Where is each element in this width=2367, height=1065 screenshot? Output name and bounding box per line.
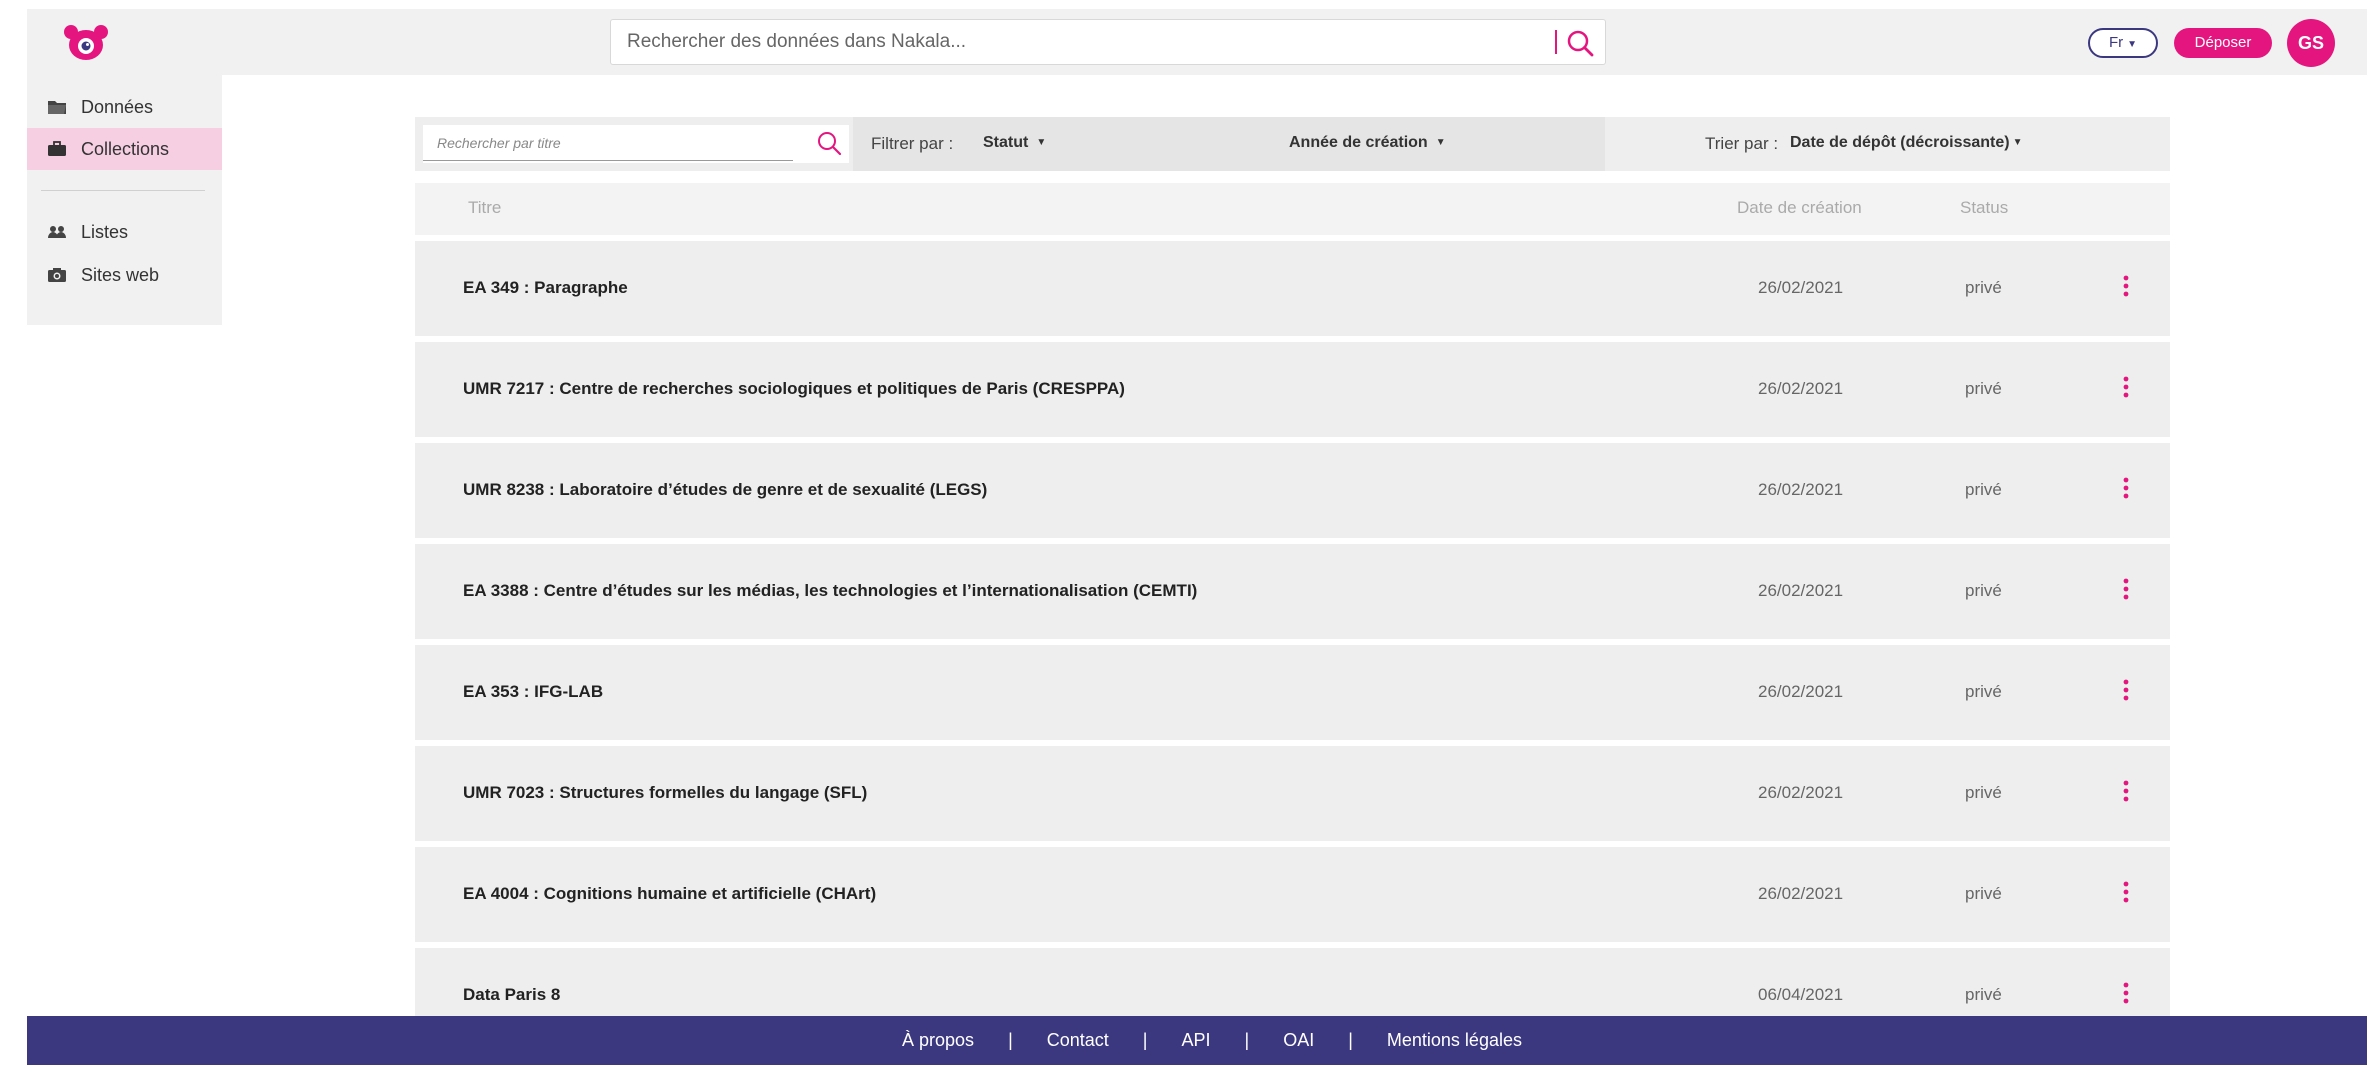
row-date: 26/02/2021 (1758, 682, 1844, 701)
briefcase-icon (47, 141, 67, 157)
camera-icon (47, 267, 67, 283)
row-status: privé (1965, 985, 2002, 1004)
more-options-icon[interactable] (2120, 778, 2132, 806)
row-status: privé (1965, 581, 2002, 600)
title-search-input[interactable] (423, 125, 793, 161)
table-row[interactable]: UMR 7217 : Centre de recherches sociolog… (415, 342, 2170, 437)
sidebar-item-label: Données (81, 96, 154, 117)
row-status: privé (1965, 379, 2002, 398)
table-row[interactable]: EA 353 : IFG-LAB 26/02/2021 privé (415, 645, 2170, 740)
row-date: 06/04/2021 (1758, 985, 1844, 1004)
row-date: 26/02/2021 (1758, 379, 1844, 398)
sidebar-item-label: Collections (81, 138, 170, 159)
footer-links: À propos | Contact | API | OAI | Mention… (27, 1016, 2367, 1065)
row-title[interactable]: EA 4004 : Cognitions humaine et artifici… (463, 884, 876, 904)
row-status: privé (1965, 278, 2002, 297)
row-status: privé (1965, 682, 2002, 701)
row-title[interactable]: EA 349 : Paragraphe (463, 278, 628, 298)
sidebar-item-label: Sites web (81, 264, 160, 285)
sort-dropdown[interactable]: Date de dépôt (décroissante) ▼ (1790, 134, 2023, 152)
global-search-input[interactable] (611, 20, 1511, 64)
search-icon[interactable] (1565, 28, 1595, 58)
footer-separator: | (1244, 1030, 1250, 1050)
row-status: privé (1965, 783, 2002, 802)
column-header-title[interactable]: Titre (468, 198, 501, 218)
global-search-bar (610, 19, 1606, 65)
table-row[interactable]: UMR 7023 : Structures formelles du langa… (415, 746, 2170, 841)
column-header-date[interactable]: Date de création (1737, 198, 1862, 218)
chevron-down-icon: ▼ (1435, 137, 1446, 149)
folder-icon (47, 99, 67, 115)
chevron-down-icon: ▼ (1036, 137, 1047, 149)
chevron-down-icon: ▼ (2127, 39, 2138, 50)
footer-separator: | (1142, 1030, 1148, 1050)
users-icon (47, 224, 67, 240)
table-row[interactable]: EA 3388 : Centre d’études sur les médias… (415, 544, 2170, 639)
row-title[interactable]: Data Paris 8 (463, 985, 560, 1005)
sidebar-item-listes[interactable]: Listes (27, 211, 222, 253)
more-options-icon[interactable] (2120, 273, 2132, 301)
row-title[interactable]: EA 3388 : Centre d’études sur les médias… (463, 581, 1197, 601)
more-options-icon[interactable] (2120, 374, 2132, 402)
footer-link-a-propos[interactable]: À propos (902, 1030, 974, 1051)
filter-label: Filtrer par : (871, 134, 954, 153)
row-title[interactable]: UMR 8238 : Laboratoire d’études de genre… (463, 480, 987, 500)
more-options-icon[interactable] (2120, 677, 2132, 705)
more-options-icon[interactable] (2120, 879, 2132, 907)
row-status: privé (1965, 884, 2002, 903)
nakala-bear-logo-icon[interactable] (63, 23, 109, 63)
filter-group (853, 117, 1605, 171)
language-label: Fr (2108, 34, 2124, 51)
sort-value: Date de dépôt (décroissante) (1790, 134, 2010, 151)
sidebar-item-donnees[interactable]: Données (27, 86, 222, 128)
row-title[interactable]: UMR 7023 : Structures formelles du langa… (463, 783, 867, 803)
row-date: 26/02/2021 (1758, 480, 1844, 499)
table-row[interactable]: EA 4004 : Cognitions humaine et artifici… (415, 847, 2170, 942)
row-date: 26/02/2021 (1758, 783, 1844, 802)
deposit-button[interactable]: Déposer (2174, 28, 2272, 58)
footer-separator: | (1348, 1030, 1353, 1050)
search-icon[interactable] (815, 129, 843, 157)
year-filter-label: Année de création (1289, 134, 1428, 151)
row-status: privé (1965, 480, 2002, 499)
search-separator (1555, 30, 1557, 54)
table-header: Titre Date de création Status (415, 183, 2170, 235)
row-date: 26/02/2021 (1758, 581, 1844, 600)
footer-separator: | (1008, 1030, 1013, 1050)
sort-label: Trier par : (1705, 134, 1779, 153)
title-search-box (423, 125, 849, 163)
more-options-icon[interactable] (2120, 576, 2132, 604)
sidebar-divider (41, 190, 205, 191)
footer-link-api[interactable]: API (1181, 1030, 1210, 1051)
table-row[interactable]: EA 349 : Paragraphe 26/02/2021 privé (415, 241, 2170, 336)
row-title[interactable]: EA 353 : IFG-LAB (463, 682, 603, 702)
language-selector[interactable]: Fr ▼ (2088, 28, 2158, 58)
sidebar: Données Collections Listes Sites web (27, 75, 222, 325)
filter-bar: Filtrer par : Statut ▼ Année de création ▼… (415, 117, 2170, 171)
more-options-icon[interactable] (2120, 475, 2132, 503)
table-row[interactable]: UMR 8238 : Laboratoire d’études de genre… (415, 443, 2170, 538)
row-title[interactable]: UMR 7217 : Centre de recherches sociolog… (463, 379, 1125, 399)
year-filter-dropdown[interactable]: Année de création ▼ (1289, 134, 1446, 152)
more-options-icon[interactable] (2120, 980, 2132, 1008)
footer: À propos | Contact | API | OAI | Mention… (27, 1016, 2367, 1065)
sidebar-item-collections[interactable]: Collections (27, 128, 222, 170)
sidebar-item-sites-web[interactable]: Sites web (27, 254, 222, 296)
footer-link-contact[interactable]: Contact (1047, 1030, 1109, 1051)
row-date: 26/02/2021 (1758, 278, 1844, 297)
column-header-status[interactable]: Status (1960, 198, 2008, 218)
chevron-down-icon: ▼ (2012, 137, 2023, 149)
footer-link-mentions-legales[interactable]: Mentions légales (1387, 1030, 1522, 1051)
row-date: 26/02/2021 (1758, 884, 1844, 903)
sidebar-item-label: Listes (81, 221, 129, 242)
user-avatar[interactable]: GS (2287, 19, 2335, 67)
top-header: Fr▼ Déposer GS (27, 9, 2367, 75)
footer-link-oai[interactable]: OAI (1283, 1030, 1314, 1051)
status-filter-label: Statut (983, 134, 1029, 151)
status-filter-dropdown[interactable]: Statut ▼ (983, 134, 1046, 152)
